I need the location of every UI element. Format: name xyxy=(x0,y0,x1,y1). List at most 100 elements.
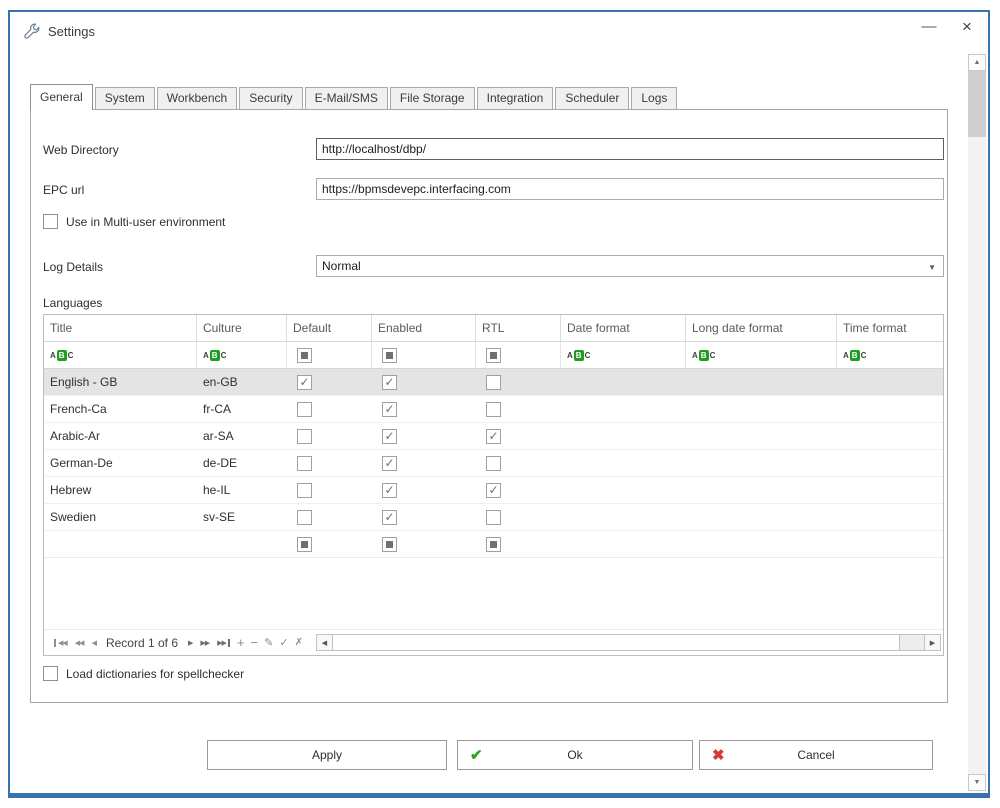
filter-default-checkbox[interactable] xyxy=(297,347,312,363)
text-filter-icon[interactable]: ABC xyxy=(567,349,590,361)
vertical-scrollbar[interactable]: ▲ ▼ xyxy=(968,54,986,791)
tab-email-sms[interactable]: E-Mail/SMS xyxy=(304,87,388,109)
scroll-right-icon[interactable]: ▶ xyxy=(924,635,940,650)
log-details-dropdown[interactable]: Normal ▼ xyxy=(316,255,944,277)
nav-delete-icon[interactable]: − xyxy=(251,635,259,650)
enabled-checkbox[interactable]: ✓ xyxy=(382,428,397,444)
apply-button[interactable]: Apply xyxy=(207,740,447,770)
spellchecker-checkbox-row: Load dictionaries for spellchecker xyxy=(43,666,244,681)
nav-next-icon[interactable]: ▶ xyxy=(188,639,193,647)
nav-prev-icon[interactable]: ◀ xyxy=(92,639,97,647)
nav-last-icon[interactable]: ▶▶ xyxy=(217,638,230,647)
column-header-long-date-format[interactable]: Long date format xyxy=(686,315,837,341)
default-checkbox[interactable]: ✓ xyxy=(297,482,312,498)
enabled-checkbox[interactable]: ✓ xyxy=(382,374,397,390)
tab-workbench[interactable]: Workbench xyxy=(156,87,238,109)
column-header-enabled[interactable]: Enabled xyxy=(372,315,476,341)
nav-cancel-icon[interactable]: ✗ xyxy=(295,637,303,648)
scroll-up-icon[interactable]: ▲ xyxy=(968,54,986,71)
web-directory-label: Web Directory xyxy=(43,143,119,157)
nav-commit-icon[interactable]: ✓ xyxy=(279,636,288,649)
table-row[interactable]: Swedien sv-SE ✓ ✓ ✓ xyxy=(44,504,943,531)
epc-url-input[interactable] xyxy=(316,178,944,200)
rtl-checkbox[interactable]: ✓ xyxy=(486,509,501,525)
nav-add-icon[interactable]: + xyxy=(237,635,245,650)
languages-grid: Title Culture Default Enabled RTL Date f… xyxy=(43,314,944,656)
rtl-checkbox[interactable]: ✓ xyxy=(486,482,501,498)
new-default-checkbox[interactable] xyxy=(297,536,312,552)
tab-file-storage[interactable]: File Storage xyxy=(389,87,475,109)
spellchecker-checkbox[interactable] xyxy=(43,666,58,681)
check-icon: ✓ xyxy=(384,428,395,443)
tab-scheduler[interactable]: Scheduler xyxy=(555,87,630,109)
table-row[interactable]: Arabic-Ar ar-SA ✓ ✓ ✓ xyxy=(44,423,943,450)
minimize-button[interactable]: — xyxy=(920,18,938,35)
table-row[interactable]: Hebrew he-IL ✓ ✓ ✓ xyxy=(44,477,943,504)
cell-title: Swedien xyxy=(50,510,97,524)
column-header-rtl[interactable]: RTL xyxy=(476,315,561,341)
check-icon: ✓ xyxy=(488,482,499,497)
horizontal-scrollbar[interactable]: ◀ ▶ xyxy=(315,634,941,651)
column-header-default[interactable]: Default xyxy=(287,315,372,341)
filter-enabled-checkbox[interactable] xyxy=(382,347,397,363)
enabled-checkbox[interactable]: ✓ xyxy=(382,482,397,498)
column-header-title[interactable]: Title xyxy=(44,315,197,341)
nav-edit-icon[interactable]: ✎ xyxy=(264,636,273,649)
ok-button[interactable]: ✔ Ok xyxy=(457,740,693,770)
default-checkbox[interactable]: ✓ xyxy=(297,455,312,471)
multiuser-label: Use in Multi-user environment xyxy=(66,214,226,229)
check-icon: ✓ xyxy=(299,374,310,389)
default-checkbox[interactable]: ✓ xyxy=(297,374,312,390)
tab-general[interactable]: General xyxy=(30,84,93,110)
table-row[interactable]: French-Ca fr-CA ✓ ✓ ✓ xyxy=(44,396,943,423)
tab-system[interactable]: System xyxy=(94,87,155,109)
rtl-checkbox[interactable]: ✓ xyxy=(486,401,501,417)
web-directory-input[interactable] xyxy=(316,138,944,160)
text-filter-icon[interactable]: ABC xyxy=(203,349,226,361)
enabled-checkbox[interactable]: ✓ xyxy=(382,401,397,417)
text-filter-icon[interactable]: ABC xyxy=(50,349,73,361)
cancel-button[interactable]: ✖ Cancel xyxy=(699,740,933,770)
grid-new-row[interactable] xyxy=(44,531,943,558)
default-checkbox[interactable]: ✓ xyxy=(297,428,312,444)
enabled-checkbox[interactable]: ✓ xyxy=(382,509,397,525)
new-rtl-checkbox[interactable] xyxy=(486,536,501,552)
settings-dialog: Settings — × ▲ ▼ General System Workbenc… xyxy=(8,10,990,798)
nav-next-page-icon[interactable]: ▶▶ xyxy=(200,639,210,647)
tab-integration[interactable]: Integration xyxy=(476,87,554,109)
chevron-down-icon: ▼ xyxy=(928,263,936,272)
check-icon: ✓ xyxy=(384,374,395,389)
table-row[interactable]: English - GB en-GB ✓ ✓ ✓ xyxy=(44,369,943,396)
rtl-checkbox[interactable]: ✓ xyxy=(486,455,501,471)
cell-title: Arabic-Ar xyxy=(50,429,101,443)
enabled-checkbox[interactable]: ✓ xyxy=(382,455,397,471)
check-icon: ✓ xyxy=(384,401,395,416)
rtl-checkbox[interactable]: ✓ xyxy=(486,428,501,444)
column-header-culture[interactable]: Culture xyxy=(197,315,287,341)
nav-prev-page-icon[interactable]: ◀◀ xyxy=(75,639,85,647)
column-header-date-format[interactable]: Date format xyxy=(561,315,686,341)
tab-logs[interactable]: Logs xyxy=(631,87,678,109)
default-checkbox[interactable]: ✓ xyxy=(297,509,312,525)
close-button[interactable]: × xyxy=(958,17,976,37)
epc-url-label: EPC url xyxy=(43,183,85,197)
ok-label: Ok xyxy=(567,748,583,762)
horizontal-scrollbar-thumb[interactable] xyxy=(332,635,900,650)
text-filter-icon[interactable]: ABC xyxy=(692,349,715,361)
scroll-left-icon[interactable]: ◀ xyxy=(316,635,333,650)
general-tab-panel: Web Directory EPC url Use in Multi-user … xyxy=(30,109,948,703)
rtl-checkbox[interactable]: ✓ xyxy=(486,374,501,390)
multiuser-checkbox[interactable] xyxy=(43,214,58,229)
scroll-down-icon[interactable]: ▼ xyxy=(968,774,986,791)
new-enabled-checkbox[interactable] xyxy=(382,536,397,552)
log-details-value: Normal xyxy=(322,259,361,273)
filter-rtl-checkbox[interactable] xyxy=(486,347,501,363)
vertical-scrollbar-thumb[interactable] xyxy=(968,71,986,137)
text-filter-icon[interactable]: ABC xyxy=(843,349,866,361)
table-row[interactable]: German-De de-DE ✓ ✓ ✓ xyxy=(44,450,943,477)
tab-security[interactable]: Security xyxy=(239,87,303,109)
nav-first-icon[interactable]: ◀◀ xyxy=(54,638,68,647)
spellchecker-label: Load dictionaries for spellchecker xyxy=(66,666,245,681)
default-checkbox[interactable]: ✓ xyxy=(297,401,312,417)
column-header-time-format[interactable]: Time format xyxy=(837,315,943,341)
